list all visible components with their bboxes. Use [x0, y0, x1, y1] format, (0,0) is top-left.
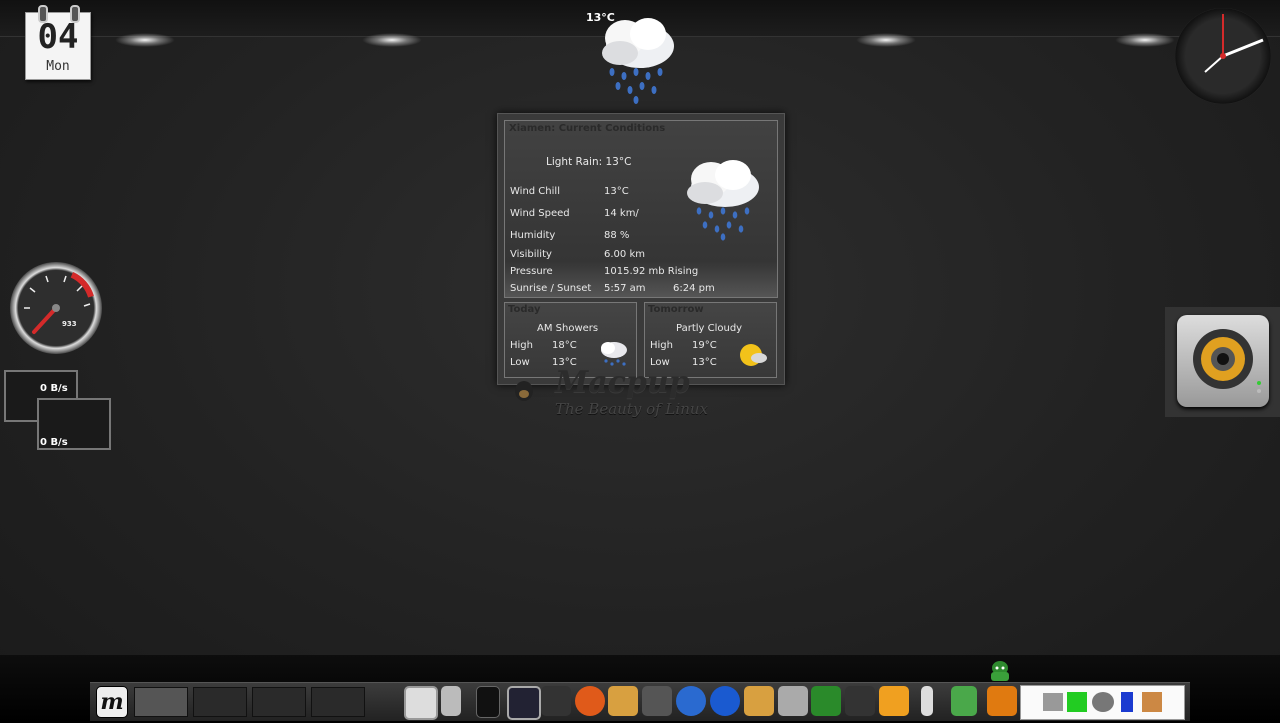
- virtual-desktop-1[interactable]: [134, 687, 188, 717]
- system-tray: [1020, 685, 1185, 720]
- volume-widget[interactable]: [1165, 307, 1280, 417]
- gauge-dial: [20, 268, 95, 334]
- rain-cloud-icon: [687, 160, 759, 241]
- rain-cloud-icon[interactable]: [590, 8, 682, 108]
- today-high-label: High: [510, 340, 533, 351]
- virtual-desktop-2[interactable]: [193, 687, 247, 717]
- ceiling-light: [362, 33, 422, 47]
- humidity-value: 88 %: [604, 230, 630, 241]
- ceiling-light: [1115, 33, 1175, 47]
- clock-face: [1204, 14, 1264, 73]
- battery-icon[interactable]: [1121, 692, 1133, 712]
- pressure-label: Pressure: [510, 266, 553, 277]
- tomorrow-high: 19°C: [692, 340, 717, 351]
- orange-app-icon[interactable]: [987, 686, 1017, 716]
- virtual-desktop-3[interactable]: [252, 687, 306, 717]
- help-icon[interactable]: [676, 686, 706, 716]
- wind-chill-label: Wind Chill: [510, 186, 560, 197]
- tomorrow-condition: Partly Cloudy: [676, 323, 743, 334]
- terminal-icon[interactable]: [404, 686, 438, 720]
- usb-drive-icon[interactable]: [441, 686, 461, 716]
- forecast-tomorrow-header: Tomorrow: [648, 304, 704, 315]
- puppy-logo-icon: [515, 381, 533, 401]
- network-stack-icon[interactable]: [1067, 692, 1087, 712]
- wind-speed-label: Wind Speed: [510, 208, 570, 219]
- calculator-icon[interactable]: [778, 686, 808, 716]
- system-monitor-icon[interactable]: [507, 686, 541, 720]
- ceiling-light: [856, 33, 916, 47]
- speaker-icon: [1177, 315, 1269, 407]
- calendar-widget[interactable]: 04 Mon: [25, 5, 91, 80]
- chat-icon[interactable]: [879, 686, 909, 716]
- macpup-menu-icon[interactable]: m: [96, 686, 128, 718]
- calendar-day: 04: [37, 17, 79, 57]
- tomorrow-high-label: High: [650, 340, 673, 351]
- today-high: 18°C: [552, 340, 577, 351]
- humidity-label: Humidity: [510, 230, 556, 241]
- tomorrow-low: 13°C: [692, 357, 717, 368]
- sunset-value: 6:24 pm: [673, 283, 715, 294]
- current-conditions: Xiamen: Current Conditions Light Rain: 1…: [504, 120, 778, 298]
- wind-speed-value: 14 km/: [604, 208, 639, 219]
- puppy-pet-icon[interactable]: [985, 658, 1015, 684]
- gauge-value: 933: [62, 320, 77, 328]
- calendar-weekday: Mon: [46, 59, 70, 74]
- logo-tagline: The Beauty of Linux: [555, 400, 708, 418]
- volume-icon[interactable]: [1043, 693, 1063, 711]
- browser-icon[interactable]: [575, 686, 605, 716]
- pet-home-icon[interactable]: [608, 686, 638, 716]
- today-low-label: Low: [510, 357, 530, 368]
- wind-chill-value: 13°C: [604, 186, 629, 197]
- monkey-icon[interactable]: [811, 686, 841, 716]
- current-conditions-header: Xiamen: Current Conditions: [509, 123, 666, 134]
- mixer-icon[interactable]: [845, 686, 875, 716]
- camera-icon[interactable]: [642, 686, 672, 716]
- network-rate: 0 B/s: [40, 383, 68, 394]
- today-condition: AM Showers: [537, 323, 599, 334]
- analog-clock[interactable]: [1175, 8, 1271, 104]
- virtual-desktop-4[interactable]: [311, 687, 365, 717]
- pressure-value: 1015.92 mb Rising: [604, 266, 699, 277]
- power-icon[interactable]: [710, 686, 740, 716]
- sunrise-value: 5:57 am: [604, 283, 646, 294]
- logo-title: Macpup: [555, 365, 690, 400]
- partly-cloudy-icon: [740, 344, 767, 366]
- update-icon[interactable]: [1142, 692, 1162, 712]
- network-globe-icon[interactable]: [1092, 692, 1114, 712]
- trash-icon[interactable]: [951, 686, 977, 716]
- visibility-label: Visibility: [510, 249, 552, 260]
- thermometer-icon[interactable]: [921, 686, 933, 716]
- visibility-value: 6.00 km: [604, 249, 645, 260]
- cpu-gauge[interactable]: 933: [10, 262, 102, 354]
- magic-hat-icon[interactable]: [541, 686, 571, 716]
- pet-package-icon[interactable]: [744, 686, 774, 716]
- phone-icon[interactable]: [476, 686, 500, 718]
- current-condition: Light Rain: 13°C: [546, 156, 632, 168]
- sunrise-sunset-label: Sunrise / Sunset: [510, 283, 592, 294]
- forecast-today-header: Today: [508, 304, 541, 315]
- network-rate: 0 B/s: [40, 437, 68, 448]
- weather-panel[interactable]: Xiamen: Current Conditions Light Rain: 1…: [497, 113, 785, 385]
- ceiling-light: [115, 33, 175, 47]
